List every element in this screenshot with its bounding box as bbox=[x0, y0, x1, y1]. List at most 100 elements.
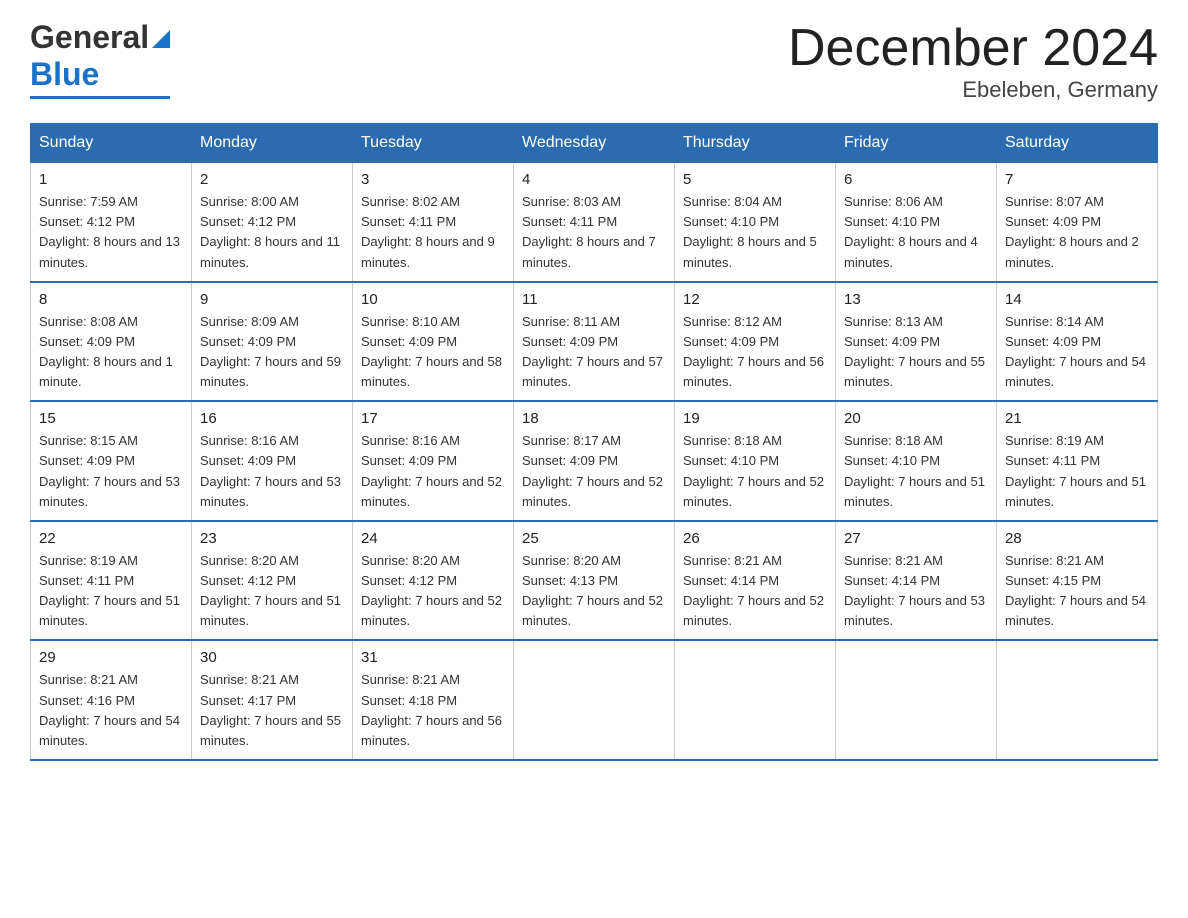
day-info: Sunrise: 8:06 AM Sunset: 4:10 PM Dayligh… bbox=[844, 192, 988, 273]
table-row: 14 Sunrise: 8:14 AM Sunset: 4:09 PM Dayl… bbox=[997, 282, 1158, 402]
day-number: 29 bbox=[39, 649, 183, 666]
day-number: 13 bbox=[844, 291, 988, 308]
col-monday: Monday bbox=[192, 124, 353, 163]
calendar-week-row: 15 Sunrise: 8:15 AM Sunset: 4:09 PM Dayl… bbox=[31, 401, 1158, 521]
day-number: 16 bbox=[200, 410, 344, 427]
calendar-location: Ebeleben, Germany bbox=[788, 77, 1158, 103]
day-info: Sunrise: 8:04 AM Sunset: 4:10 PM Dayligh… bbox=[683, 192, 827, 273]
day-info: Sunrise: 8:16 AM Sunset: 4:09 PM Dayligh… bbox=[200, 431, 344, 512]
day-number: 31 bbox=[361, 649, 505, 666]
table-row: 30 Sunrise: 8:21 AM Sunset: 4:17 PM Dayl… bbox=[192, 640, 353, 760]
table-row: 28 Sunrise: 8:21 AM Sunset: 4:15 PM Dayl… bbox=[997, 521, 1158, 641]
calendar-header-row: Sunday Monday Tuesday Wednesday Thursday… bbox=[31, 124, 1158, 163]
day-info: Sunrise: 8:21 AM Sunset: 4:17 PM Dayligh… bbox=[200, 670, 344, 751]
table-row: 9 Sunrise: 8:09 AM Sunset: 4:09 PM Dayli… bbox=[192, 282, 353, 402]
day-number: 18 bbox=[522, 410, 666, 427]
table-row: 20 Sunrise: 8:18 AM Sunset: 4:10 PM Dayl… bbox=[836, 401, 997, 521]
day-number: 10 bbox=[361, 291, 505, 308]
calendar-week-row: 29 Sunrise: 8:21 AM Sunset: 4:16 PM Dayl… bbox=[31, 640, 1158, 760]
day-number: 14 bbox=[1005, 291, 1149, 308]
table-row bbox=[514, 640, 675, 760]
day-number: 20 bbox=[844, 410, 988, 427]
table-row: 11 Sunrise: 8:11 AM Sunset: 4:09 PM Dayl… bbox=[514, 282, 675, 402]
table-row bbox=[675, 640, 836, 760]
day-number: 9 bbox=[200, 291, 344, 308]
day-info: Sunrise: 8:03 AM Sunset: 4:11 PM Dayligh… bbox=[522, 192, 666, 273]
col-tuesday: Tuesday bbox=[353, 124, 514, 163]
table-row: 15 Sunrise: 8:15 AM Sunset: 4:09 PM Dayl… bbox=[31, 401, 192, 521]
day-number: 15 bbox=[39, 410, 183, 427]
col-sunday: Sunday bbox=[31, 124, 192, 163]
day-info: Sunrise: 8:19 AM Sunset: 4:11 PM Dayligh… bbox=[39, 551, 183, 632]
day-number: 28 bbox=[1005, 530, 1149, 547]
table-row bbox=[836, 640, 997, 760]
day-info: Sunrise: 8:13 AM Sunset: 4:09 PM Dayligh… bbox=[844, 312, 988, 393]
day-number: 27 bbox=[844, 530, 988, 547]
table-row: 10 Sunrise: 8:10 AM Sunset: 4:09 PM Dayl… bbox=[353, 282, 514, 402]
day-number: 19 bbox=[683, 410, 827, 427]
table-row: 12 Sunrise: 8:12 AM Sunset: 4:09 PM Dayl… bbox=[675, 282, 836, 402]
table-row: 25 Sunrise: 8:20 AM Sunset: 4:13 PM Dayl… bbox=[514, 521, 675, 641]
table-row: 16 Sunrise: 8:16 AM Sunset: 4:09 PM Dayl… bbox=[192, 401, 353, 521]
table-row: 1 Sunrise: 7:59 AM Sunset: 4:12 PM Dayli… bbox=[31, 163, 192, 282]
day-number: 8 bbox=[39, 291, 183, 308]
table-row: 26 Sunrise: 8:21 AM Sunset: 4:14 PM Dayl… bbox=[675, 521, 836, 641]
table-row: 4 Sunrise: 8:03 AM Sunset: 4:11 PM Dayli… bbox=[514, 163, 675, 282]
day-info: Sunrise: 8:21 AM Sunset: 4:18 PM Dayligh… bbox=[361, 670, 505, 751]
day-number: 23 bbox=[200, 530, 344, 547]
day-info: Sunrise: 8:20 AM Sunset: 4:12 PM Dayligh… bbox=[361, 551, 505, 632]
day-info: Sunrise: 8:15 AM Sunset: 4:09 PM Dayligh… bbox=[39, 431, 183, 512]
day-info: Sunrise: 8:19 AM Sunset: 4:11 PM Dayligh… bbox=[1005, 431, 1149, 512]
day-number: 30 bbox=[200, 649, 344, 666]
calendar-week-row: 22 Sunrise: 8:19 AM Sunset: 4:11 PM Dayl… bbox=[31, 521, 1158, 641]
table-row bbox=[997, 640, 1158, 760]
calendar-table: Sunday Monday Tuesday Wednesday Thursday… bbox=[30, 123, 1158, 761]
calendar-week-row: 1 Sunrise: 7:59 AM Sunset: 4:12 PM Dayli… bbox=[31, 163, 1158, 282]
col-saturday: Saturday bbox=[997, 124, 1158, 163]
day-info: Sunrise: 8:21 AM Sunset: 4:14 PM Dayligh… bbox=[683, 551, 827, 632]
day-number: 6 bbox=[844, 171, 988, 188]
day-info: Sunrise: 8:11 AM Sunset: 4:09 PM Dayligh… bbox=[522, 312, 666, 393]
calendar-week-row: 8 Sunrise: 8:08 AM Sunset: 4:09 PM Dayli… bbox=[31, 282, 1158, 402]
day-info: Sunrise: 8:20 AM Sunset: 4:12 PM Dayligh… bbox=[200, 551, 344, 632]
day-info: Sunrise: 8:20 AM Sunset: 4:13 PM Dayligh… bbox=[522, 551, 666, 632]
day-number: 3 bbox=[361, 171, 505, 188]
logo: General Blue bbox=[30, 20, 170, 99]
table-row: 3 Sunrise: 8:02 AM Sunset: 4:11 PM Dayli… bbox=[353, 163, 514, 282]
day-info: Sunrise: 8:10 AM Sunset: 4:09 PM Dayligh… bbox=[361, 312, 505, 393]
logo-blue-text: Blue bbox=[30, 55, 99, 93]
day-info: Sunrise: 8:07 AM Sunset: 4:09 PM Dayligh… bbox=[1005, 192, 1149, 273]
day-number: 12 bbox=[683, 291, 827, 308]
day-number: 7 bbox=[1005, 171, 1149, 188]
table-row: 29 Sunrise: 8:21 AM Sunset: 4:16 PM Dayl… bbox=[31, 640, 192, 760]
day-info: Sunrise: 8:00 AM Sunset: 4:12 PM Dayligh… bbox=[200, 192, 344, 273]
table-row: 2 Sunrise: 8:00 AM Sunset: 4:12 PM Dayli… bbox=[192, 163, 353, 282]
day-info: Sunrise: 7:59 AM Sunset: 4:12 PM Dayligh… bbox=[39, 192, 183, 273]
logo-general-text: General bbox=[30, 20, 149, 55]
table-row: 27 Sunrise: 8:21 AM Sunset: 4:14 PM Dayl… bbox=[836, 521, 997, 641]
day-number: 5 bbox=[683, 171, 827, 188]
table-row: 21 Sunrise: 8:19 AM Sunset: 4:11 PM Dayl… bbox=[997, 401, 1158, 521]
logo-arrow-icon bbox=[152, 30, 170, 48]
col-thursday: Thursday bbox=[675, 124, 836, 163]
day-info: Sunrise: 8:09 AM Sunset: 4:09 PM Dayligh… bbox=[200, 312, 344, 393]
logo-underline bbox=[30, 96, 170, 99]
table-row: 18 Sunrise: 8:17 AM Sunset: 4:09 PM Dayl… bbox=[514, 401, 675, 521]
calendar-month-year: December 2024 bbox=[788, 20, 1158, 77]
day-number: 26 bbox=[683, 530, 827, 547]
col-friday: Friday bbox=[836, 124, 997, 163]
day-number: 25 bbox=[522, 530, 666, 547]
table-row: 24 Sunrise: 8:20 AM Sunset: 4:12 PM Dayl… bbox=[353, 521, 514, 641]
day-info: Sunrise: 8:18 AM Sunset: 4:10 PM Dayligh… bbox=[683, 431, 827, 512]
table-row: 7 Sunrise: 8:07 AM Sunset: 4:09 PM Dayli… bbox=[997, 163, 1158, 282]
table-row: 6 Sunrise: 8:06 AM Sunset: 4:10 PM Dayli… bbox=[836, 163, 997, 282]
table-row: 23 Sunrise: 8:20 AM Sunset: 4:12 PM Dayl… bbox=[192, 521, 353, 641]
day-number: 21 bbox=[1005, 410, 1149, 427]
day-info: Sunrise: 8:21 AM Sunset: 4:15 PM Dayligh… bbox=[1005, 551, 1149, 632]
page-header: General Blue December 2024 Ebeleben, Ger… bbox=[30, 20, 1158, 103]
day-info: Sunrise: 8:21 AM Sunset: 4:14 PM Dayligh… bbox=[844, 551, 988, 632]
day-info: Sunrise: 8:16 AM Sunset: 4:09 PM Dayligh… bbox=[361, 431, 505, 512]
table-row: 13 Sunrise: 8:13 AM Sunset: 4:09 PM Dayl… bbox=[836, 282, 997, 402]
table-row: 19 Sunrise: 8:18 AM Sunset: 4:10 PM Dayl… bbox=[675, 401, 836, 521]
table-row: 31 Sunrise: 8:21 AM Sunset: 4:18 PM Dayl… bbox=[353, 640, 514, 760]
